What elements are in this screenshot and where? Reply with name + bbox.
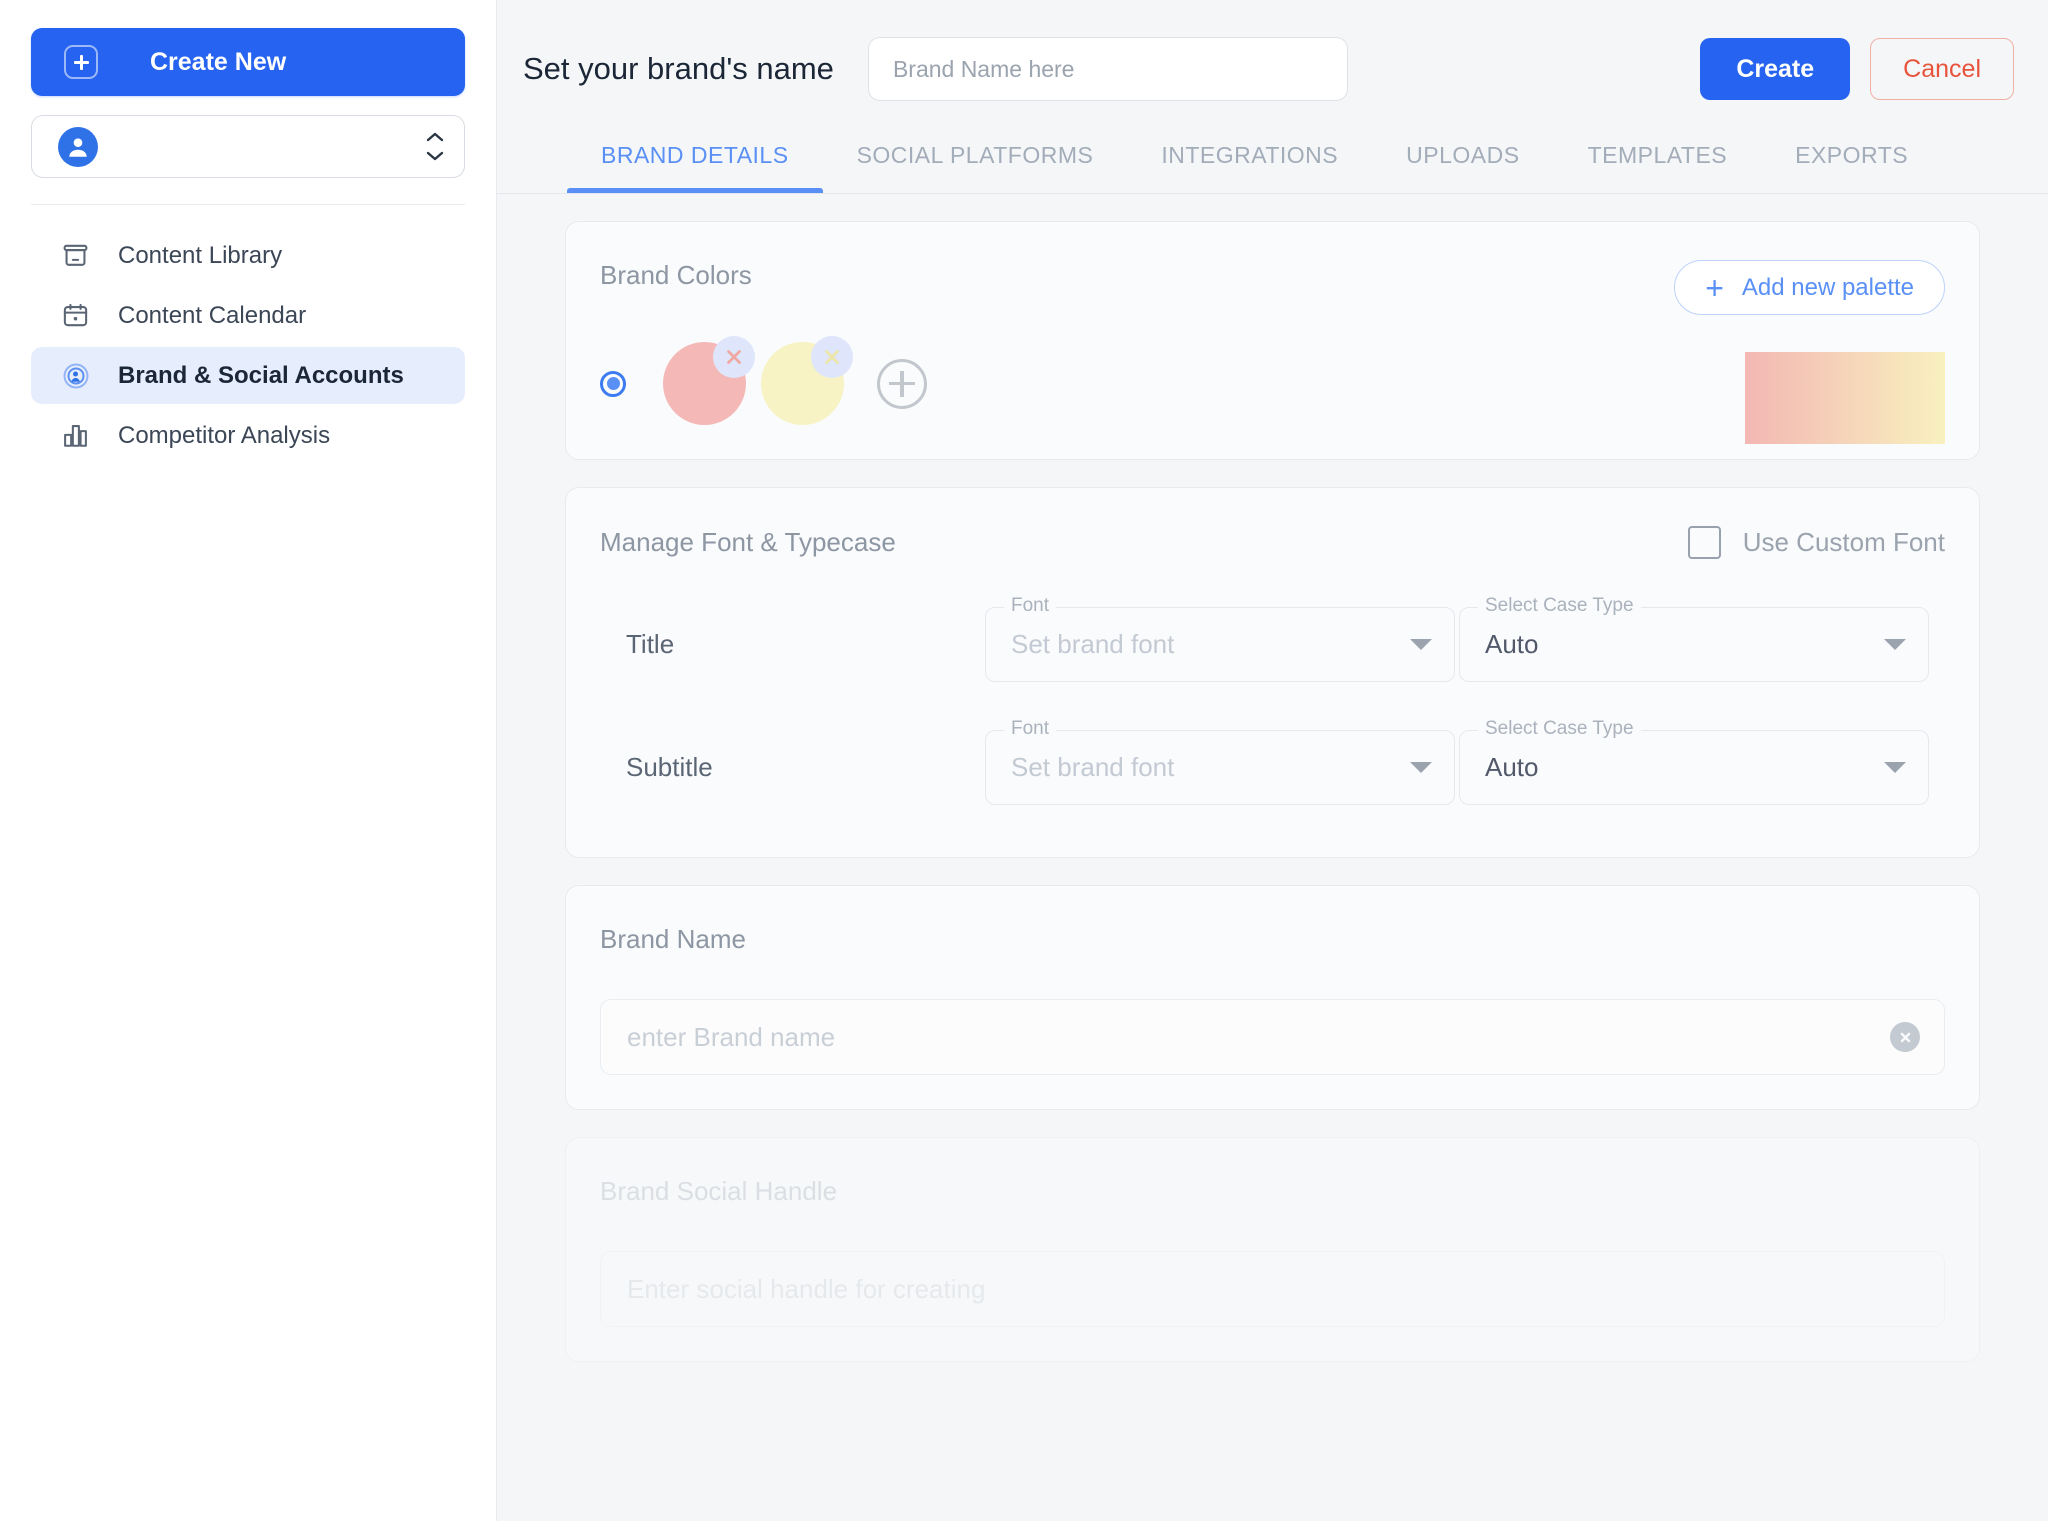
color-swatch-item[interactable] — [663, 336, 755, 425]
sidebar-item-competitor-analysis[interactable]: Competitor Analysis — [31, 407, 465, 464]
tab-bar: BRAND DETAILS SOCIAL PLATFORMS INTEGRATI… — [497, 112, 2048, 194]
tab-uploads[interactable]: UPLOADS — [1372, 142, 1553, 193]
font-row-label: Title — [626, 629, 675, 659]
use-custom-font-label: Use Custom Font — [1742, 527, 1945, 557]
color-swatch-item[interactable] — [761, 336, 853, 425]
subtitle-case-value: Auto — [1485, 752, 1539, 782]
sidebar-item-label: Content Calendar — [118, 301, 307, 329]
sidebar: Create New Content Library Content Calen… — [0, 0, 497, 1521]
header-brand-name-input[interactable] — [890, 54, 1325, 84]
checkbox-icon[interactable] — [1687, 526, 1721, 559]
sidebar-item-brand-social-accounts[interactable]: Brand & Social Accounts — [31, 347, 465, 404]
header-brand-name-field[interactable] — [867, 37, 1348, 101]
brand-colors-card: Brand Colors + Add new palette — [565, 221, 1980, 460]
use-custom-font-toggle[interactable]: Use Custom Font — [1687, 526, 1945, 559]
case-legend: Select Case Type — [1478, 595, 1641, 617]
font-row-title: Title Font Set brand font Select Case Ty… — [600, 595, 1945, 682]
brand-social-handle-input[interactable] — [625, 1272, 1920, 1306]
brand-details-panel: Brand Colors + Add new palette Manage Fo… — [497, 221, 2048, 1362]
subtitle-case-select[interactable]: Select Case Type Auto — [1459, 718, 1929, 805]
add-new-palette-label: Add new palette — [1741, 273, 1914, 301]
chevron-down-icon — [1884, 639, 1906, 650]
tab-social-platforms[interactable]: SOCIAL PLATFORMS — [823, 142, 1128, 193]
manage-font-header: Manage Font & Typecase Use Custom Font — [600, 526, 1945, 559]
chevron-down-icon — [1884, 762, 1906, 773]
user-avatar-icon — [58, 126, 98, 167]
main-content: Set your brand's name Create Cancel BRAN… — [497, 0, 2048, 1521]
font-row-label: Subtitle — [626, 752, 713, 782]
title-case-select[interactable]: Select Case Type Auto — [1459, 595, 1929, 682]
header-actions: Create Cancel — [1700, 38, 2014, 100]
brand-social-handle-card: Brand Social Handle — [565, 1137, 1980, 1362]
case-legend: Select Case Type — [1478, 718, 1641, 740]
font-row-subtitle: Subtitle Font Set brand font Select Case… — [600, 718, 1945, 805]
clear-circle-icon[interactable] — [1890, 1022, 1920, 1052]
title-font-value: Set brand font — [1011, 629, 1175, 659]
brand-name-card: Brand Name — [565, 885, 1980, 1110]
calendar-icon — [60, 300, 91, 331]
color-swatch-list — [663, 336, 927, 425]
create-new-label: Create New — [150, 47, 287, 76]
brand-social-handle-field[interactable] — [600, 1251, 1945, 1327]
archive-box-icon — [60, 240, 91, 271]
add-new-palette-button[interactable]: + Add new palette — [1674, 260, 1945, 315]
sidebar-item-label: Content Library — [118, 241, 283, 269]
plus-icon: + — [1705, 269, 1724, 306]
title-font-select[interactable]: Font Set brand font — [985, 595, 1455, 682]
plus-square-icon — [64, 45, 98, 79]
broadcast-person-icon — [60, 360, 91, 391]
tab-brand-details[interactable]: BRAND DETAILS — [567, 142, 823, 193]
font-legend: Font — [1004, 718, 1057, 740]
plus-circle-icon[interactable] — [877, 358, 927, 409]
brand-name-input[interactable] — [625, 1020, 1890, 1054]
palette-radio[interactable] — [600, 370, 626, 397]
title-case-value: Auto — [1485, 629, 1539, 659]
cancel-button[interactable]: Cancel — [1870, 38, 2014, 100]
palette-radio-dot — [606, 377, 620, 390]
chevron-down-icon — [1410, 639, 1432, 650]
sidebar-item-content-library[interactable]: Content Library — [31, 227, 465, 284]
create-new-button[interactable]: Create New — [31, 28, 465, 96]
brand-colors-header: Brand Colors + Add new palette — [600, 260, 1945, 315]
brand-name-field[interactable] — [600, 999, 1945, 1075]
page-header: Set your brand's name Create Cancel — [497, 0, 2048, 112]
tab-templates[interactable]: TEMPLATES — [1554, 142, 1762, 193]
page-title: Set your brand's name — [523, 51, 834, 86]
close-icon[interactable] — [811, 336, 853, 378]
subtitle-font-select[interactable]: Font Set brand font — [985, 718, 1455, 805]
brand-colors-body — [600, 336, 1945, 444]
brand-colors-title: Brand Colors — [600, 260, 752, 290]
close-icon[interactable] — [713, 336, 755, 378]
tab-exports[interactable]: EXPORTS — [1761, 142, 1942, 193]
account-selector[interactable] — [31, 115, 465, 178]
sidebar-item-label: Brand & Social Accounts — [118, 361, 404, 389]
manage-font-title: Manage Font & Typecase — [600, 527, 896, 557]
manage-font-card: Manage Font & Typecase Use Custom Font T… — [565, 487, 1980, 858]
app-root: Create New Content Library Content Calen… — [0, 0, 2048, 1521]
sidebar-nav: Content Library Content Calendar Brand &… — [31, 227, 465, 464]
chevron-down-icon — [1410, 762, 1432, 773]
subtitle-font-value: Set brand font — [1011, 752, 1175, 782]
bar-chart-icon — [60, 420, 91, 451]
sidebar-divider — [31, 204, 465, 205]
sidebar-item-label: Competitor Analysis — [118, 421, 331, 449]
brand-social-handle-title: Brand Social Handle — [600, 1176, 838, 1206]
font-legend: Font — [1004, 595, 1057, 617]
chevron-up-down-icon[interactable] — [424, 131, 446, 162]
tab-integrations[interactable]: INTEGRATIONS — [1127, 142, 1372, 193]
sidebar-item-content-calendar[interactable]: Content Calendar — [31, 287, 465, 344]
create-button[interactable]: Create — [1700, 38, 1851, 100]
brand-name-title: Brand Name — [600, 924, 746, 954]
palette-gradient-preview — [1745, 352, 1945, 444]
